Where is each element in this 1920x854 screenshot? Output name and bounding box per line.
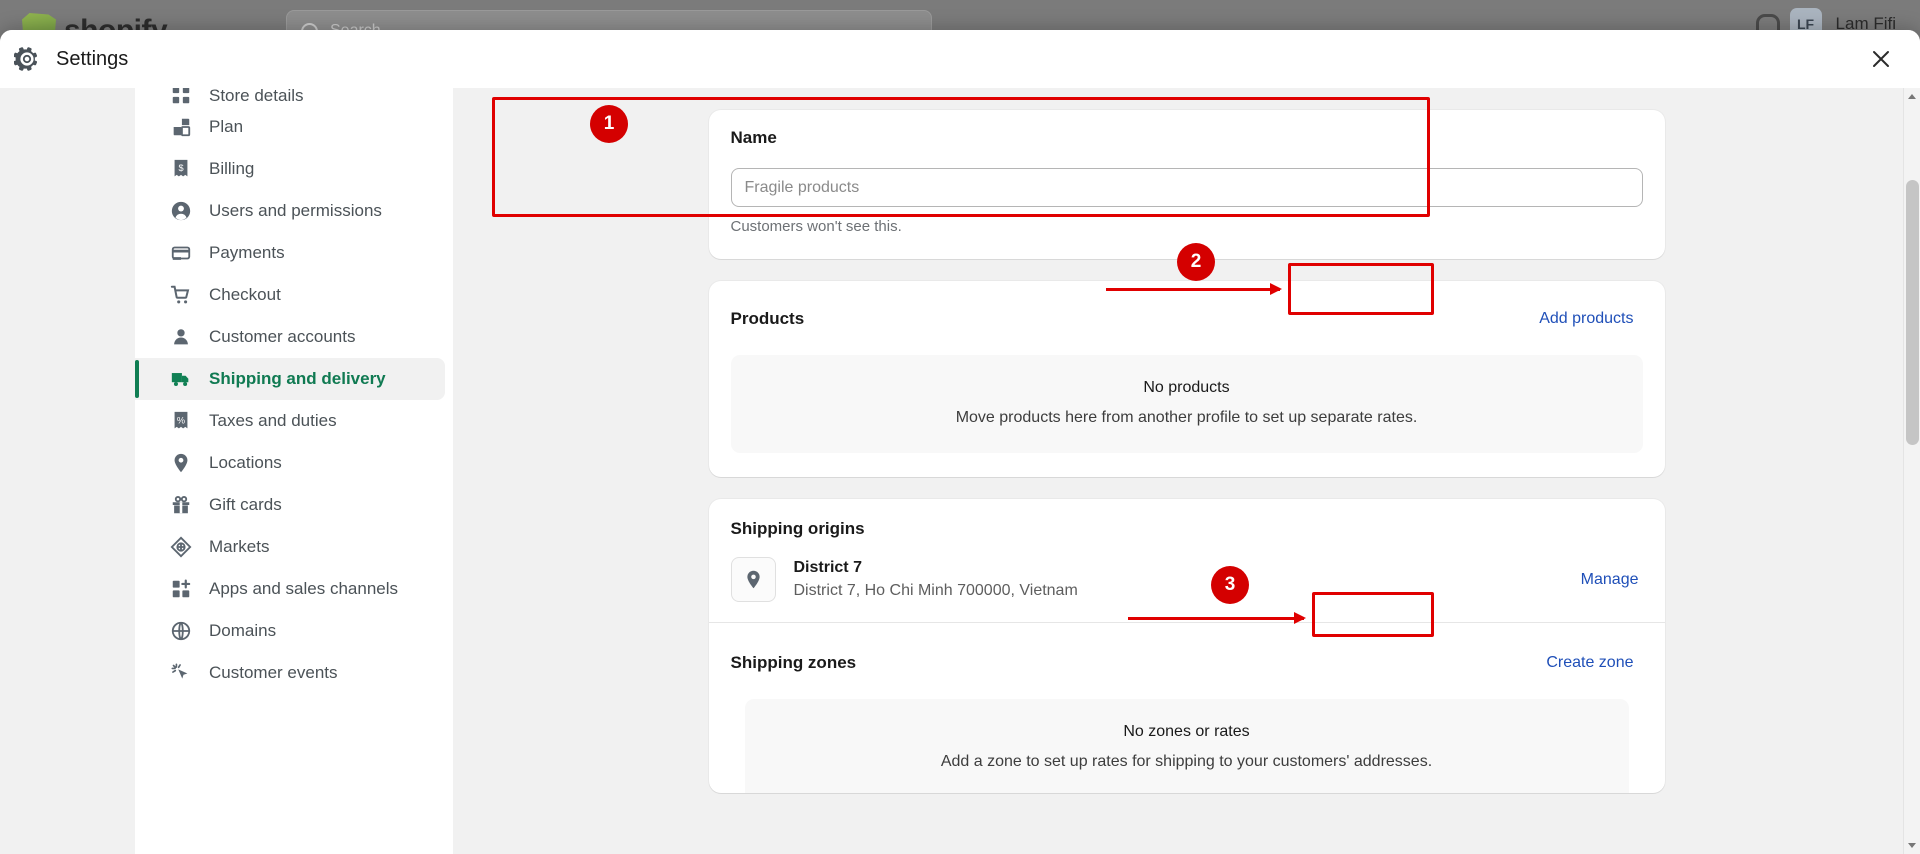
sidebar-item-users-and-permissions[interactable]: Users and permissions — [135, 190, 453, 232]
zones-empty-state: No zones or rates Add a zone to set up r… — [744, 699, 1629, 793]
zones-empty-title: No zones or rates — [1123, 723, 1250, 740]
sidebar-item-label: Store details — [209, 88, 304, 105]
origin-row: District 7 District 7, Ho Chi Minh 70000… — [730, 557, 1643, 602]
plan-icon — [170, 116, 192, 138]
sidebar-item-plan[interactable]: Plan — [135, 106, 453, 148]
percent-receipt-icon: % — [170, 410, 192, 432]
profile-name-input[interactable] — [730, 168, 1643, 207]
sidebar-item-locations[interactable]: Locations — [135, 442, 453, 484]
gear-icon — [14, 46, 40, 72]
products-empty-state: No products Move products here from anot… — [730, 355, 1643, 453]
sidebar-item-label: Payments — [209, 243, 285, 262]
sidebar-item-label: Plan — [209, 117, 244, 136]
billing-receipt-icon: $ — [170, 158, 192, 180]
sidebar-item-customer-events[interactable]: Customer events — [135, 652, 453, 694]
content-scroll-area: Name Customers won't see this. Products … — [453, 88, 1920, 854]
sidebar-item-label: Customer accounts — [209, 327, 356, 346]
sidebar-item-taxes-and-duties[interactable]: % Taxes and duties — [135, 400, 453, 442]
sidebar-item-label: Checkout — [209, 285, 281, 304]
sidebar-item-checkout[interactable]: Checkout — [135, 274, 453, 316]
sidebar-item-label: Gift cards — [209, 495, 282, 514]
scroll-down-arrow-icon[interactable] — [1904, 837, 1920, 854]
add-products-button[interactable]: Add products — [1530, 304, 1642, 334]
settings-content: Name Customers won't see this. Products … — [453, 88, 1920, 854]
user-circle-icon — [170, 200, 192, 222]
close-icon — [1873, 51, 1889, 67]
shipping-zones-section: Shipping zones Create zone No zones or r… — [709, 623, 1665, 793]
origin-location-address: District 7, Ho Chi Minh 700000, Vietnam — [793, 582, 1078, 599]
scroll-up-arrow-icon[interactable] — [1904, 88, 1920, 105]
products-empty-title: No products — [1143, 379, 1230, 396]
zones-section-title: Shipping zones — [730, 653, 857, 672]
modal-body: Store details Plan $ Billing Users and p… — [0, 88, 1920, 854]
svg-text:$: $ — [178, 163, 183, 173]
products-section-title: Products — [730, 309, 805, 328]
name-section-title: Name — [730, 128, 777, 147]
products-card: Products Add products No products Move p… — [708, 281, 1665, 477]
person-icon — [170, 326, 192, 348]
sidebar-item-label: Domains — [209, 621, 277, 640]
sidebar-item-billing[interactable]: $ Billing — [135, 148, 453, 190]
globe-icon — [170, 620, 192, 642]
modal-header: Settings — [0, 30, 1920, 88]
delivery-truck-icon — [170, 368, 192, 390]
map-pin-icon — [170, 452, 192, 474]
settings-nav-list: Store details Plan $ Billing Users and p… — [135, 88, 453, 694]
sidebar-item-apps-and-sales-channels[interactable]: Apps and sales channels — [135, 568, 453, 610]
sidebar-item-label: Shipping and delivery — [209, 369, 386, 388]
sidebar-item-label: Markets — [209, 537, 270, 556]
sidebar-item-domains[interactable]: Domains — [135, 610, 453, 652]
sidebar-item-label: Apps and sales channels — [209, 579, 399, 598]
zones-empty-subtitle: Add a zone to set up rates for shipping … — [940, 753, 1433, 770]
sidebar-item-gift-cards[interactable]: Gift cards — [135, 484, 453, 526]
products-empty-subtitle: Move products here from another profile … — [955, 409, 1418, 426]
origins-section-title: Shipping origins — [730, 519, 865, 538]
settings-sidebar: Store details Plan $ Billing Users and p… — [0, 88, 453, 854]
shipping-origins-card: Shipping origins District 7 District 7, … — [708, 499, 1665, 793]
name-card: Name Customers won't see this. — [708, 110, 1665, 259]
map-pin-icon — [730, 557, 776, 602]
manage-origins-button[interactable]: Manage — [1577, 565, 1643, 595]
sidebar-item-shipping-and-delivery[interactable]: Shipping and delivery — [135, 358, 445, 400]
payments-card-icon — [170, 242, 192, 264]
svg-text:%: % — [177, 415, 185, 425]
sidebar-item-label: Locations — [209, 453, 282, 472]
create-zone-button[interactable]: Create zone — [1537, 648, 1642, 678]
apps-plus-icon — [170, 578, 192, 600]
sidebar-item-label: Customer events — [209, 663, 338, 682]
cursor-click-icon — [170, 662, 192, 684]
gift-icon — [170, 494, 192, 516]
sidebar-item-customer-accounts[interactable]: Customer accounts — [135, 316, 453, 358]
scrollbar-thumb[interactable] — [1906, 180, 1919, 445]
globe-diamond-icon — [170, 536, 192, 558]
shopping-cart-icon — [170, 284, 192, 306]
sidebar-item-payments[interactable]: Payments — [135, 232, 453, 274]
content-scrollbar[interactable] — [1903, 88, 1920, 854]
close-button[interactable] — [1864, 42, 1898, 76]
sidebar-item-label: Taxes and duties — [209, 411, 337, 430]
name-helper-text: Customers won't see this. — [730, 218, 902, 235]
sidebar-item-store-details[interactable]: Store details — [135, 88, 453, 106]
sidebar-item-label: Users and permissions — [209, 201, 382, 220]
sidebar-item-markets[interactable]: Markets — [135, 526, 453, 568]
settings-modal: Settings Store details Plan $ Billing Us… — [0, 30, 1920, 854]
page-title: Settings — [56, 47, 129, 70]
store-icon — [170, 88, 192, 106]
origin-location-name: District 7 — [793, 559, 862, 576]
sidebar-item-label: Billing — [209, 159, 255, 178]
